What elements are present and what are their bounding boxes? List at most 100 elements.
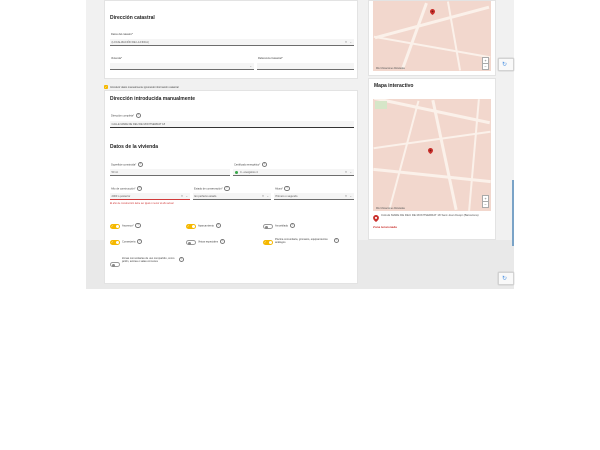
- estado-label-text: Estado de conservación*: [194, 187, 223, 191]
- help-icon[interactable]: ?: [136, 239, 143, 245]
- interactive-map[interactable]: + − Mis Ubicaciones Rotuladas: [373, 99, 491, 211]
- piscina-toggle[interactable]: [263, 240, 273, 245]
- help-icon[interactable]: ?: [135, 113, 141, 119]
- toggle-knob: [115, 224, 120, 229]
- recaptcha-badge[interactable]: ↻: [498, 272, 514, 285]
- ascensor-label-text: Ascensor*: [122, 224, 134, 228]
- anio-label-text: Año de construcción*: [111, 187, 136, 191]
- aparcamiento-label-text: Aparcamiento: [198, 224, 215, 228]
- main-form-card: Dirección introducida manualmente Direcc…: [104, 90, 358, 284]
- estado-label: Estado de conservación*?: [194, 186, 230, 192]
- catastral-card: Dirección catastral Datos del catastro* …: [104, 0, 358, 79]
- estado-select[interactable]: En perfecto estado × ⌄: [193, 193, 271, 200]
- direccion-input[interactable]: CALLE MARE DE DEU DE MONTSERRAT 18: [110, 121, 354, 128]
- location-pin-icon: [430, 9, 435, 15]
- help-icon[interactable]: ?: [137, 162, 144, 168]
- manual-checkbox[interactable]: ✓: [104, 85, 108, 89]
- amueblado-toggle[interactable]: [263, 224, 273, 230]
- zona-tensionada-label: Zona tensionada: [373, 225, 397, 229]
- chevron-down-icon[interactable]: ⌄: [266, 193, 269, 199]
- toggle-knob: [187, 241, 192, 246]
- municipio-value: (LOCALIZACIÓN DE LA FINCA): [111, 41, 149, 44]
- altura-label: Altura*?: [275, 186, 290, 192]
- zoom-out-button[interactable]: −: [482, 63, 489, 70]
- map-top-view[interactable]: + − Mis Ubicaciones Rotuladas: [373, 1, 491, 71]
- superficie-value: 50 m²: [111, 171, 119, 174]
- map-scale-label: Mis Ubicaciones Rotuladas: [376, 67, 405, 70]
- map-road: [373, 35, 491, 59]
- aparcamiento-toggle[interactable]: [186, 224, 196, 229]
- chevron-down-icon[interactable]: ⌄: [349, 39, 352, 45]
- map-road: [446, 1, 462, 71]
- certificado-label: Certificado energético*?: [234, 162, 268, 168]
- conserjeria-toggle[interactable]: [110, 240, 120, 245]
- location-pin-icon: [428, 148, 433, 154]
- zonas-toggle[interactable]: [110, 262, 120, 268]
- clear-icon[interactable]: ×: [345, 193, 347, 199]
- direccion-value: CALLE MARE DE DEU DE MONTSERRAT 18: [111, 123, 166, 126]
- map-park: [375, 101, 387, 109]
- help-icon[interactable]: ?: [261, 162, 268, 168]
- superficie-label: Superficie construida*?: [111, 162, 144, 168]
- referencia-label: Referencia Catastral*: [258, 57, 283, 60]
- chevron-down-icon[interactable]: ⌄: [349, 193, 352, 199]
- toggle-knob: [191, 224, 196, 229]
- clear-icon[interactable]: ×: [345, 39, 347, 45]
- help-icon[interactable]: ?: [178, 257, 184, 263]
- help-icon[interactable]: ?: [284, 186, 290, 192]
- help-icon[interactable]: ?: [224, 186, 230, 192]
- clear-icon[interactable]: ×: [345, 169, 347, 175]
- vistas-label-text: Vistas especiales: [198, 240, 218, 244]
- vistas-toggle[interactable]: [186, 240, 196, 246]
- superficie-input[interactable]: 50 m²: [110, 169, 230, 176]
- zonas-label: Zonas comunitarias de uso compartido, co…: [122, 257, 175, 264]
- conserjeria-label-text: Conserjería: [122, 240, 136, 244]
- map-address: CALLE MARE DE DEU DE MONTSERRAT 18 Sant …: [381, 213, 479, 217]
- clear-icon[interactable]: ×: [181, 193, 183, 199]
- anio-value: 2000 o posterior: [111, 195, 131, 198]
- help-icon[interactable]: ?: [219, 239, 225, 245]
- map-road: [468, 99, 480, 211]
- recaptcha-badge[interactable]: ↻: [498, 58, 514, 71]
- direccion-label-text: Dirección completa*: [111, 114, 135, 118]
- amueblado-label: Amueblado?: [275, 223, 335, 229]
- chevron-down-icon[interactable]: ⌄: [185, 193, 188, 199]
- vivienda-title: Datos de la vivienda: [110, 144, 159, 150]
- anio-select[interactable]: 2000 o posterior × ⌄: [110, 193, 190, 200]
- direccion-label: Dirección completa*?: [111, 113, 141, 119]
- clear-icon[interactable]: ×: [262, 193, 264, 199]
- anio-error: El año de construcción debe ser igual o …: [110, 202, 174, 205]
- piscina-label: Piscina comunitaria, gimnasio, equipamie…: [275, 238, 328, 245]
- altura-value: Primero o segundo: [275, 195, 298, 198]
- altura-label-text: Altura*: [275, 187, 283, 191]
- map-title: Mapa interactivo: [374, 83, 414, 89]
- certificado-label-text: Certificado energético*: [234, 163, 261, 167]
- toggle-knob: [111, 263, 116, 268]
- map-card: Mapa interactivo + − Mis Ubicaciones Rot…: [368, 78, 496, 240]
- energy-rating-dot-icon: [234, 170, 238, 175]
- help-icon[interactable]: ?: [135, 223, 141, 229]
- toggle-knob: [268, 240, 273, 245]
- map-top-card: + − Mis Ubicaciones Rotuladas: [368, 0, 496, 76]
- help-icon[interactable]: ?: [289, 223, 296, 229]
- anio-label: Año de construcción*?: [111, 186, 143, 192]
- recaptcha-icon: ↻: [502, 61, 508, 68]
- ascensor-toggle[interactable]: [110, 224, 120, 229]
- certificado-select[interactable]: C- energético 4 × ⌄: [233, 169, 354, 176]
- help-icon[interactable]: ?: [215, 223, 221, 229]
- vivienda-select[interactable]: ⌄: [110, 63, 254, 70]
- help-icon[interactable]: ?: [137, 186, 143, 192]
- chevron-down-icon[interactable]: ⌄: [249, 63, 252, 69]
- referencia-input[interactable]: [257, 63, 354, 70]
- zoom-out-button[interactable]: −: [482, 201, 489, 208]
- help-icon[interactable]: ?: [333, 238, 339, 244]
- manual-checkbox-label: Introducir datos manualmente ignorando i…: [110, 85, 179, 89]
- chevron-down-icon[interactable]: ⌄: [349, 169, 352, 175]
- altura-select[interactable]: Primero o segundo × ⌄: [274, 193, 354, 200]
- estado-value: En perfecto estado: [194, 195, 217, 198]
- municipio-label: Datos del catastro*: [111, 33, 133, 36]
- map-road: [388, 100, 420, 210]
- vistas-label: Vistas especiales?: [198, 239, 258, 245]
- municipio-select[interactable]: (LOCALIZACIÓN DE LA FINCA) × ⌄: [110, 39, 354, 46]
- scrollbar-thumb[interactable]: [512, 180, 514, 246]
